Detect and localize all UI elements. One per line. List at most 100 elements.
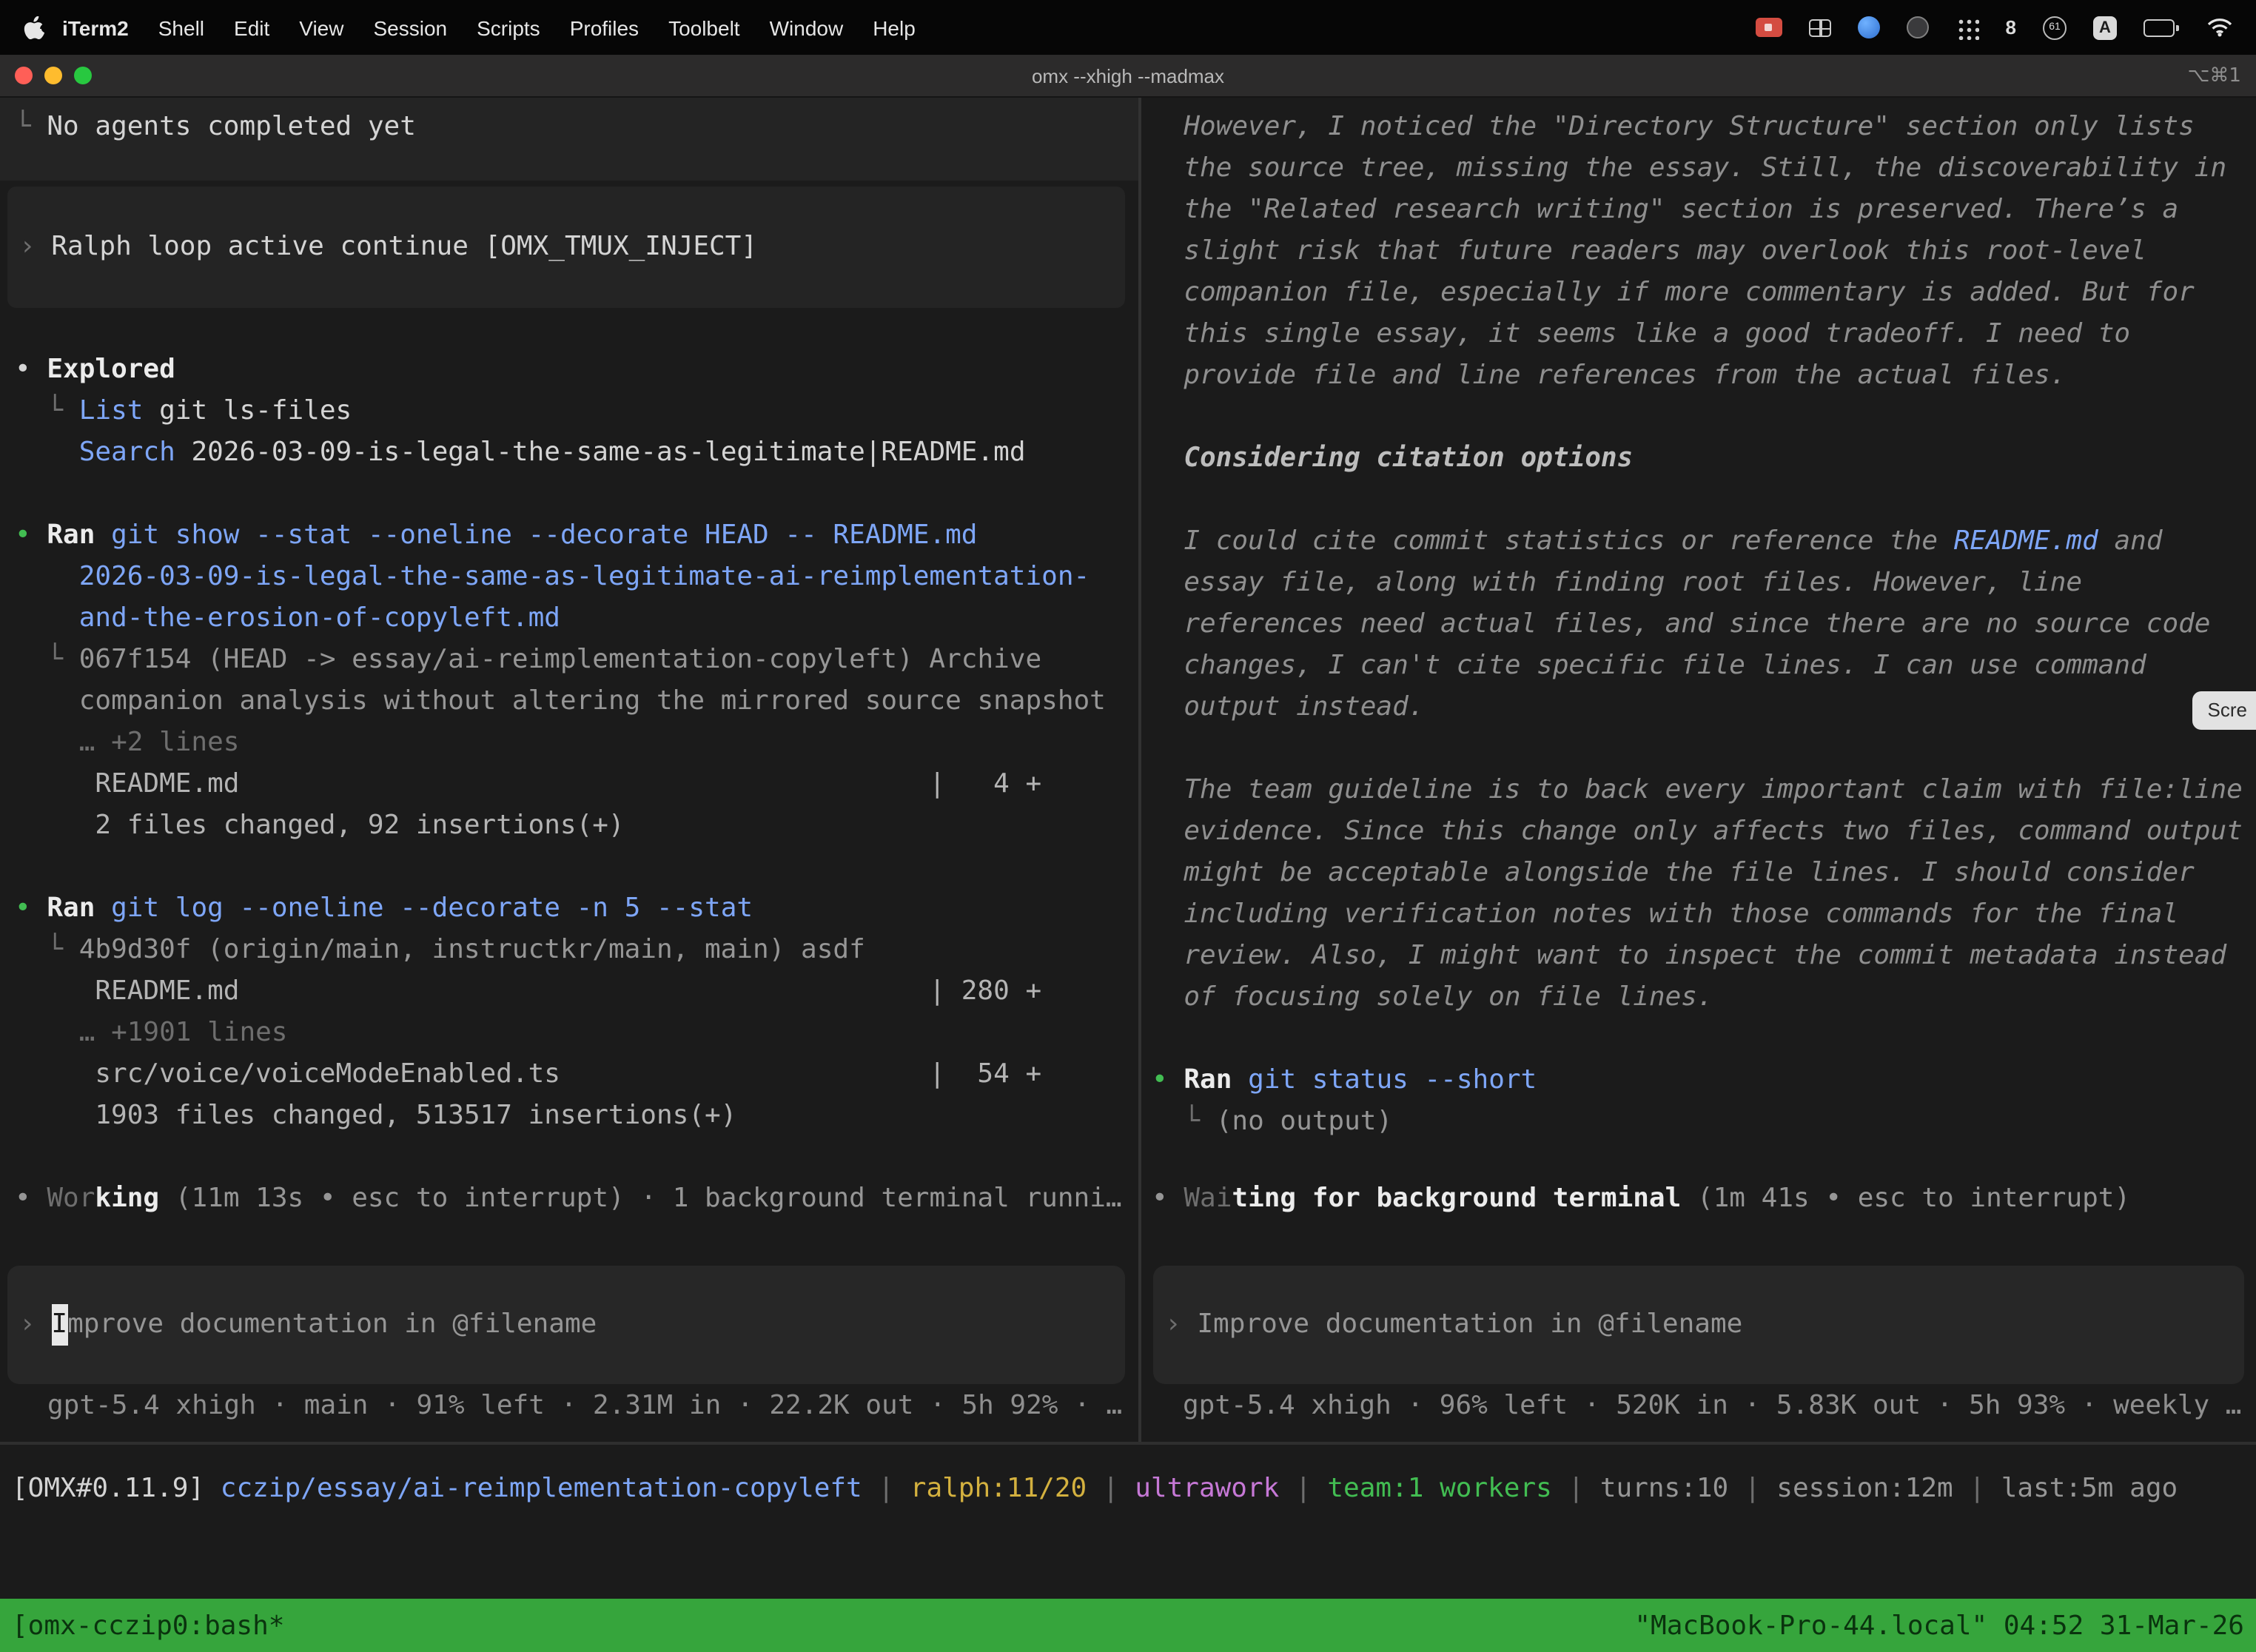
terminal-line: … +1901 lines [15, 1013, 1106, 1054]
menubar-item-toolbelt[interactable]: Toolbelt [654, 16, 755, 39]
prompt-chevron: › [1165, 1304, 1197, 1346]
tmux-status-bar: [omx-cczip0:bash* "MacBook-Pro-44.local"… [0, 1599, 2256, 1652]
right-model-status: gpt-5.4 xhigh · 96% left · 520K in · 5.8… [1183, 1386, 2242, 1427]
terminal-line: changes, I can't cite specific file line… [1152, 645, 2243, 687]
zoom-button[interactable] [74, 67, 92, 84]
left-agent-log: • Explored └ List git ls-files Search 20… [15, 349, 1106, 1137]
terminal-line: including verification notes with those … [1152, 894, 2243, 936]
terminal-line: provide file and line references from th… [1152, 355, 2243, 397]
left-terminal-pane[interactable]: └ No agents completed yet › Ralph loop a… [0, 98, 1138, 1442]
banner-chevron: › [19, 226, 51, 268]
menubar-item-edit[interactable]: Edit [219, 16, 284, 39]
terminal-line: companion file, especially if more comme… [1152, 272, 2243, 314]
terminal-line: and-the-erosion-of-copyleft.md [15, 598, 1106, 639]
terminal-line: • Working (11m 13s • esc to interrupt) ·… [15, 1178, 1122, 1220]
terminal-line: this single essay, it seems like a good … [1152, 314, 2243, 355]
terminal-line [15, 474, 1106, 515]
terminal-line [1152, 1018, 2243, 1060]
close-button[interactable] [15, 67, 33, 84]
gauge-icon[interactable]: 61 [2043, 16, 2067, 39]
menubar-item-view[interactable]: View [284, 16, 358, 39]
menubar-item-shell[interactable]: Shell [144, 16, 219, 39]
window-title: omx --xhigh --madmax [1032, 64, 1224, 87]
battery-body [2143, 19, 2175, 36]
terminal-line: the "Related research writing" section i… [1152, 189, 2243, 231]
terminal-line: └ List git ls-files [15, 391, 1106, 432]
minimize-button[interactable] [44, 67, 62, 84]
terminal-line: I could cite commit statistics or refere… [1152, 521, 2243, 563]
status-divider-line [0, 1442, 2256, 1445]
tmux-host-clock: "MacBook-Pro-44.local" 04:52 31-Mar-26 [1634, 1610, 2244, 1641]
agents-status-lines: └ No agents completed yet [15, 107, 416, 148]
window-titlebar[interactable]: omx --xhigh --madmax ⌥⌘1 [0, 55, 2256, 98]
menubar-item-profiles[interactable]: Profiles [555, 16, 654, 39]
left-model-status: gpt-5.4 xhigh · main · 91% left · 2.31M … [47, 1386, 1122, 1427]
terminal-line: • Explored [15, 349, 1106, 391]
terminal-line: references need actual files, and since … [1152, 604, 2243, 645]
terminal-line: However, I noticed the "Directory Struct… [1152, 107, 2243, 148]
battery-icon[interactable] [2143, 19, 2181, 36]
battery-tip [2175, 24, 2178, 30]
terminal-line: Search 2026-03-09-is-legal-the-same-as-l… [15, 432, 1106, 474]
macos-menubar: iTerm2ShellEditViewSessionScriptsProfile… [0, 0, 2256, 55]
prompt-chevron: › [19, 1304, 51, 1346]
recording-indicator-icon[interactable] [1756, 18, 1782, 37]
dark-app-icon[interactable] [1907, 16, 1929, 38]
right-terminal-pane[interactable]: However, I noticed the "Directory Struct… [1141, 98, 2256, 1442]
terminal-line: might be acceptable alongside the file l… [1152, 853, 2243, 894]
menubar-item-help[interactable]: Help [858, 16, 930, 39]
terminal-line: [OMX#0.11.9] cczip/essay/ai-reimplementa… [12, 1468, 2178, 1510]
terminal-line: └ No agents completed yet [15, 107, 416, 148]
terminal-line: README.md | 4 + [15, 764, 1106, 805]
right-prompt-input[interactable]: › Improve documentation in @filename [1153, 1266, 2244, 1384]
grid-dots-icon[interactable] [1955, 16, 1979, 39]
input-placeholder-text: mprove documentation in @filename [67, 1304, 597, 1346]
omx-status-bar: [OMX#0.11.9] cczip/essay/ai-reimplementa… [12, 1468, 2178, 1510]
digit-8-icon[interactable]: 8 [2006, 16, 2016, 38]
tmux-session-label: [omx-cczip0:bash* [12, 1610, 284, 1641]
menubar-item-session[interactable]: Session [358, 16, 462, 39]
terminal-line: 1903 files changed, 513517 insertions(+) [15, 1095, 1106, 1137]
input-source-icon[interactable]: A [2093, 16, 2117, 39]
blue-app-icon[interactable] [1858, 16, 1880, 38]
terminal-line: └ 4b9d30f (origin/main, instructkr/main,… [15, 930, 1106, 971]
terminal-line: slight risk that future readers may over… [1152, 231, 2243, 272]
terminal-line: • Ran git log --oneline --decorate -n 5 … [15, 888, 1106, 930]
banner-text: Ralph loop active continue [OMX_TMUX_INJ… [51, 226, 757, 268]
terminal-line: src/voice/voiceModeEnabled.ts | 54 + [15, 1054, 1106, 1095]
menubar-item-scripts[interactable]: Scripts [462, 16, 555, 39]
wifi-icon[interactable] [2207, 18, 2232, 37]
terminal-line: companion analysis without altering the … [15, 681, 1106, 722]
menubar-item-iterm2[interactable]: iTerm2 [47, 16, 144, 39]
recording-dot-icon [1765, 24, 1773, 31]
terminal-line: of focusing solely on file lines. [1152, 977, 2243, 1018]
terminal-line [1152, 397, 2243, 438]
menubar-status-icons: 8 61 A [1756, 16, 2232, 39]
terminal-line: └ (no output) [1152, 1101, 2243, 1143]
terminal-line [15, 847, 1106, 888]
terminal-line: • Waiting for background terminal (1m 41… [1152, 1178, 2130, 1220]
screen: iTerm2ShellEditViewSessionScriptsProfile… [0, 0, 2256, 1652]
terminal-line: output instead. [1152, 687, 2243, 728]
input-placeholder-text: Improve documentation in @filename [1197, 1304, 1742, 1346]
left-activity-status: • Working (11m 13s • esc to interrupt) ·… [15, 1178, 1122, 1220]
terminal-line [1152, 480, 2243, 521]
terminal-line: 2 files changed, 92 insertions(+) [15, 805, 1106, 847]
terminal-line: Considering citation options [1152, 438, 2243, 480]
apple-menu-icon[interactable] [24, 16, 44, 39]
screen-edge-button[interactable]: Scre [2193, 691, 2256, 730]
terminal-line: 2026-03-09-is-legal-the-same-as-legitima… [15, 557, 1106, 598]
terminal-line: … +2 lines [15, 722, 1106, 764]
window-tiles-icon[interactable] [1809, 19, 1831, 36]
terminal-line: essay file, along with finding root file… [1152, 563, 2243, 604]
left-prompt-input[interactable]: › Improve documentation in @filename [7, 1266, 1125, 1384]
terminal-line: README.md | 280 + [15, 971, 1106, 1013]
terminal-line: The team guideline is to back every impo… [1152, 770, 2243, 811]
terminal-line: • Ran git show --stat --oneline --decora… [15, 515, 1106, 557]
terminal-line: • Ran git status --short [1152, 1060, 2243, 1101]
terminal-line [1152, 728, 2243, 770]
terminal-line: review. Also, I might want to inspect th… [1152, 936, 2243, 977]
terminal-line: the source tree, missing the essay. Stil… [1152, 148, 2243, 189]
terminal-window: └ No agents completed yet › Ralph loop a… [0, 98, 2256, 1652]
menubar-item-window[interactable]: Window [755, 16, 859, 39]
